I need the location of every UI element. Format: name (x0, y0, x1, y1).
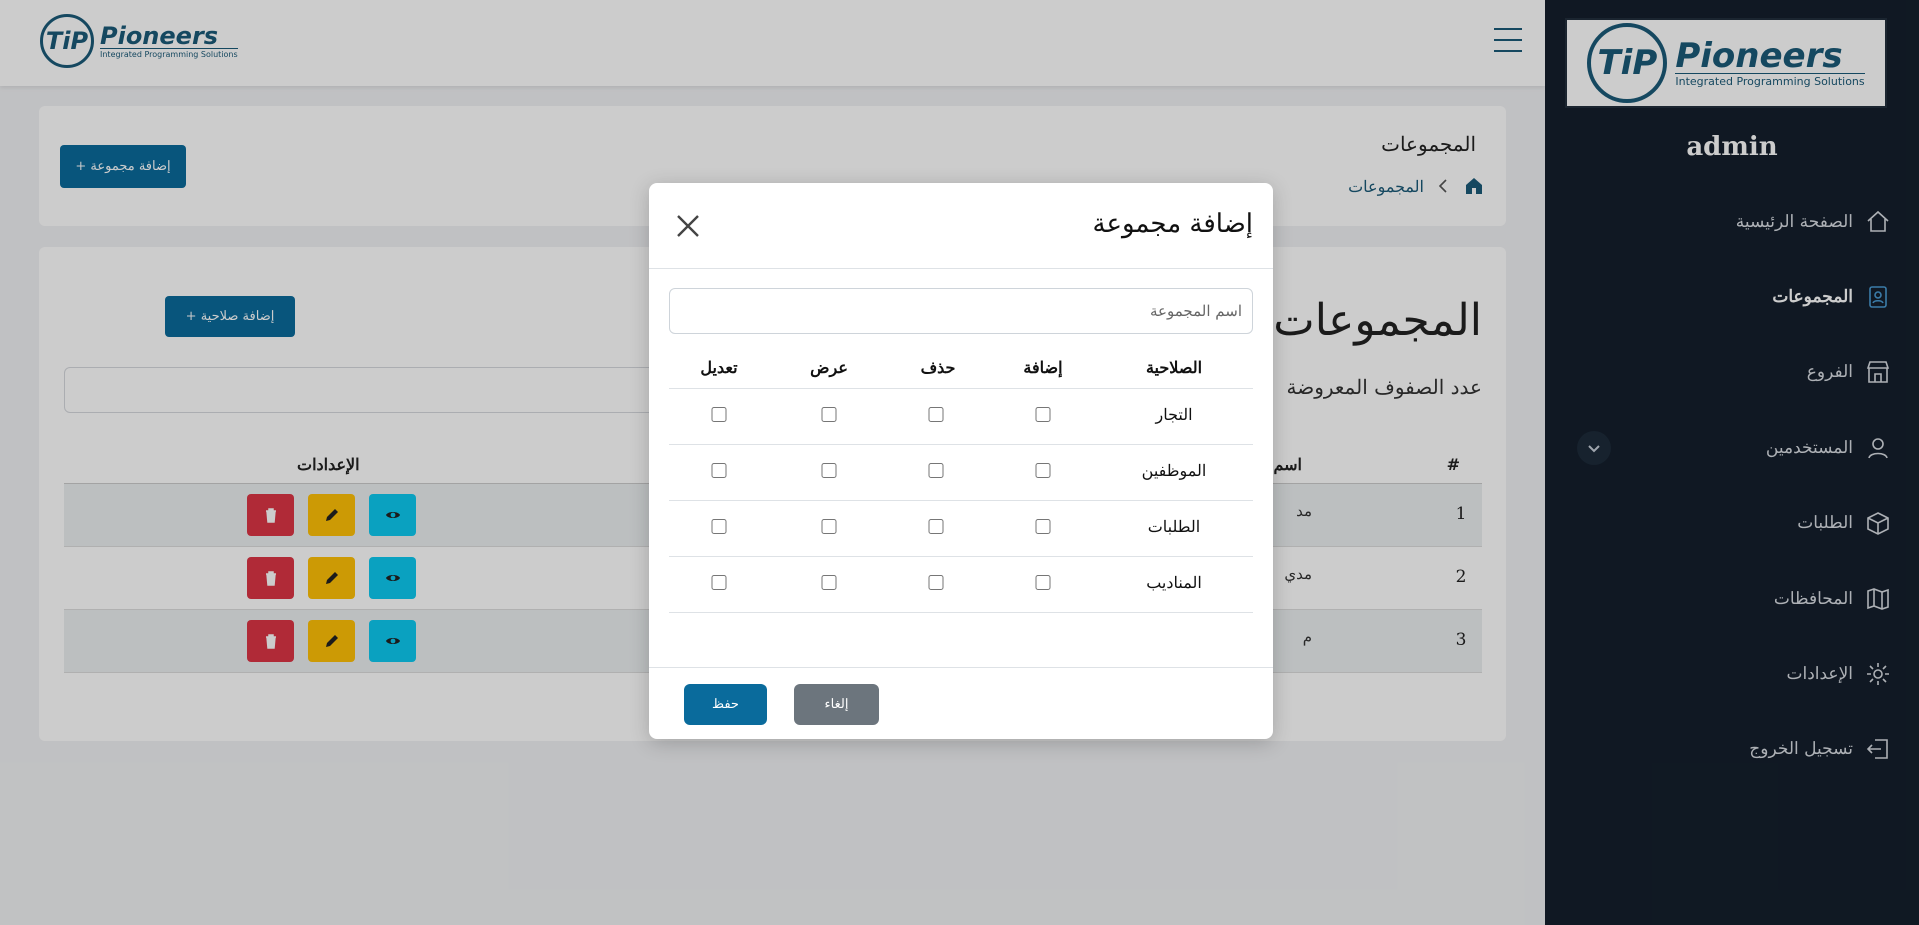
save-button[interactable]: حفظ (684, 684, 767, 725)
close-icon (677, 215, 699, 237)
cancel-button[interactable]: إلغاء (794, 684, 879, 725)
permission-row: الطلبات (669, 501, 1253, 557)
col-permission: الصلاحية (1145, 358, 1203, 377)
permissions-table: الصلاحية إضافة حذف عرض تعديل التجار المو… (669, 348, 1253, 613)
col-delete: حذف (920, 358, 956, 377)
delete-checkbox[interactable] (928, 463, 944, 478)
modal-footer: حفظ إلغاء (649, 667, 1273, 740)
permission-row: الموظفين (669, 445, 1253, 501)
delete-checkbox[interactable] (928, 575, 944, 590)
add-checkbox[interactable] (1035, 407, 1051, 422)
view-checkbox[interactable] (821, 463, 837, 478)
permission-row: التجار (669, 389, 1253, 445)
edit-checkbox[interactable] (711, 463, 727, 478)
view-checkbox[interactable] (821, 575, 837, 590)
permission-label: الموظفين (1141, 461, 1207, 480)
delete-checkbox[interactable] (928, 407, 944, 422)
edit-checkbox[interactable] (711, 407, 727, 422)
group-name-input[interactable] (669, 288, 1253, 334)
view-checkbox[interactable] (821, 407, 837, 422)
col-edit: تعديل (700, 358, 738, 377)
add-checkbox[interactable] (1035, 519, 1051, 534)
col-view: عرض (810, 358, 848, 377)
col-add: إضافة (1023, 358, 1063, 377)
edit-checkbox[interactable] (711, 575, 727, 590)
permission-row: المناديب (669, 557, 1253, 613)
permission-label: التجار (1155, 405, 1193, 424)
permission-label: المناديب (1146, 573, 1202, 592)
delete-checkbox[interactable] (928, 519, 944, 534)
permission-label: الطلبات (1147, 517, 1201, 536)
app: TiP Pioneers Integrated Programming Solu… (0, 0, 1919, 925)
add-checkbox[interactable] (1035, 575, 1051, 590)
add-group-modal: إضافة مجموعة الصلاحية إضافة حذف عرض تعدي… (649, 183, 1273, 739)
modal-title: إضافة مجموعة (1092, 209, 1253, 239)
close-button[interactable] (673, 211, 703, 241)
edit-checkbox[interactable] (711, 519, 727, 534)
modal-header: إضافة مجموعة (649, 183, 1273, 269)
permissions-header: الصلاحية إضافة حذف عرض تعديل (669, 348, 1253, 389)
view-checkbox[interactable] (821, 519, 837, 534)
add-checkbox[interactable] (1035, 463, 1051, 478)
